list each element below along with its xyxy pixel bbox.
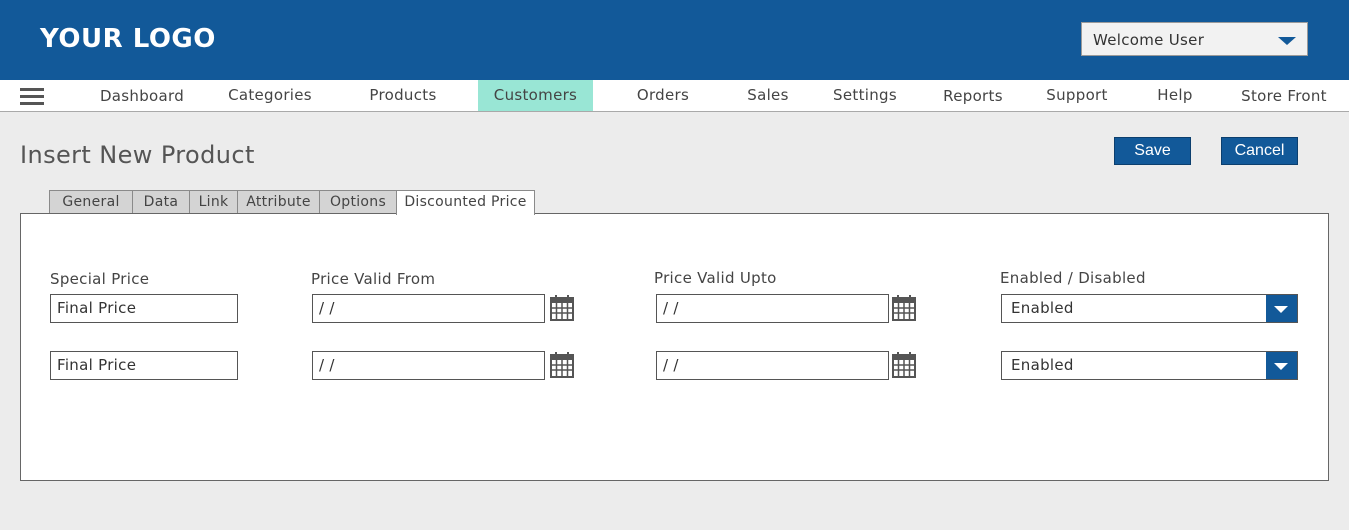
special-price-input[interactable]: Final Price (50, 351, 238, 380)
nav-dashboard[interactable]: Dashboard (90, 81, 194, 112)
nav-customers[interactable]: Customers (478, 80, 593, 111)
tab-attribute[interactable]: Attribute (237, 190, 320, 214)
chevron-down-icon (1278, 37, 1296, 45)
valid-upto-input[interactable]: / / (656, 294, 889, 323)
main-navbar: Dashboard Categories Products Customers … (0, 80, 1349, 112)
special-price-label: Special Price (50, 270, 150, 288)
valid-from-input[interactable]: / / (312, 351, 545, 380)
header-bar: YOUR LOGO Welcome User (0, 0, 1349, 80)
special-price-input[interactable]: Final Price (50, 294, 238, 323)
chevron-down-icon[interactable] (1266, 352, 1297, 379)
valid-from-label: Price Valid From (311, 270, 436, 288)
nav-help[interactable]: Help (1150, 80, 1200, 111)
nav-reports[interactable]: Reports (933, 81, 1013, 112)
hamburger-menu-icon[interactable] (20, 88, 44, 106)
user-menu-label: Welcome User (1093, 31, 1205, 49)
status-select[interactable]: Enabled (1001, 294, 1298, 323)
nav-categories[interactable]: Categories (218, 80, 322, 111)
save-button[interactable]: Save (1114, 137, 1191, 165)
nav-products[interactable]: Products (353, 80, 453, 111)
valid-upto-label: Price Valid Upto (654, 269, 777, 287)
calendar-icon[interactable] (892, 352, 916, 378)
chevron-down-icon[interactable] (1266, 295, 1297, 322)
tab-general[interactable]: General (49, 190, 133, 214)
tab-discounted-price[interactable]: Discounted Price (396, 190, 535, 215)
nav-orders[interactable]: Orders (623, 80, 703, 111)
logo: YOUR LOGO (40, 24, 216, 54)
nav-store-front[interactable]: Store Front (1232, 81, 1336, 112)
valid-upto-input[interactable]: / / (656, 351, 889, 380)
tab-link[interactable]: Link (189, 190, 238, 214)
status-select-value: Enabled (1011, 356, 1074, 374)
tab-options[interactable]: Options (319, 190, 397, 214)
nav-support[interactable]: Support (1037, 80, 1117, 111)
valid-from-input[interactable]: / / (312, 294, 545, 323)
calendar-icon[interactable] (550, 352, 574, 378)
status-select[interactable]: Enabled (1001, 351, 1298, 380)
calendar-icon[interactable] (892, 295, 916, 321)
user-menu-dropdown[interactable]: Welcome User (1081, 22, 1308, 56)
status-select-value: Enabled (1011, 299, 1074, 317)
tab-data[interactable]: Data (132, 190, 190, 214)
page-title: Insert New Product (20, 141, 255, 169)
calendar-icon[interactable] (550, 295, 574, 321)
nav-sales[interactable]: Sales (738, 80, 798, 111)
discounted-price-panel (20, 213, 1329, 481)
status-label: Enabled / Disabled (1000, 269, 1146, 287)
nav-settings[interactable]: Settings (825, 80, 905, 111)
cancel-button[interactable]: Cancel (1221, 137, 1298, 165)
